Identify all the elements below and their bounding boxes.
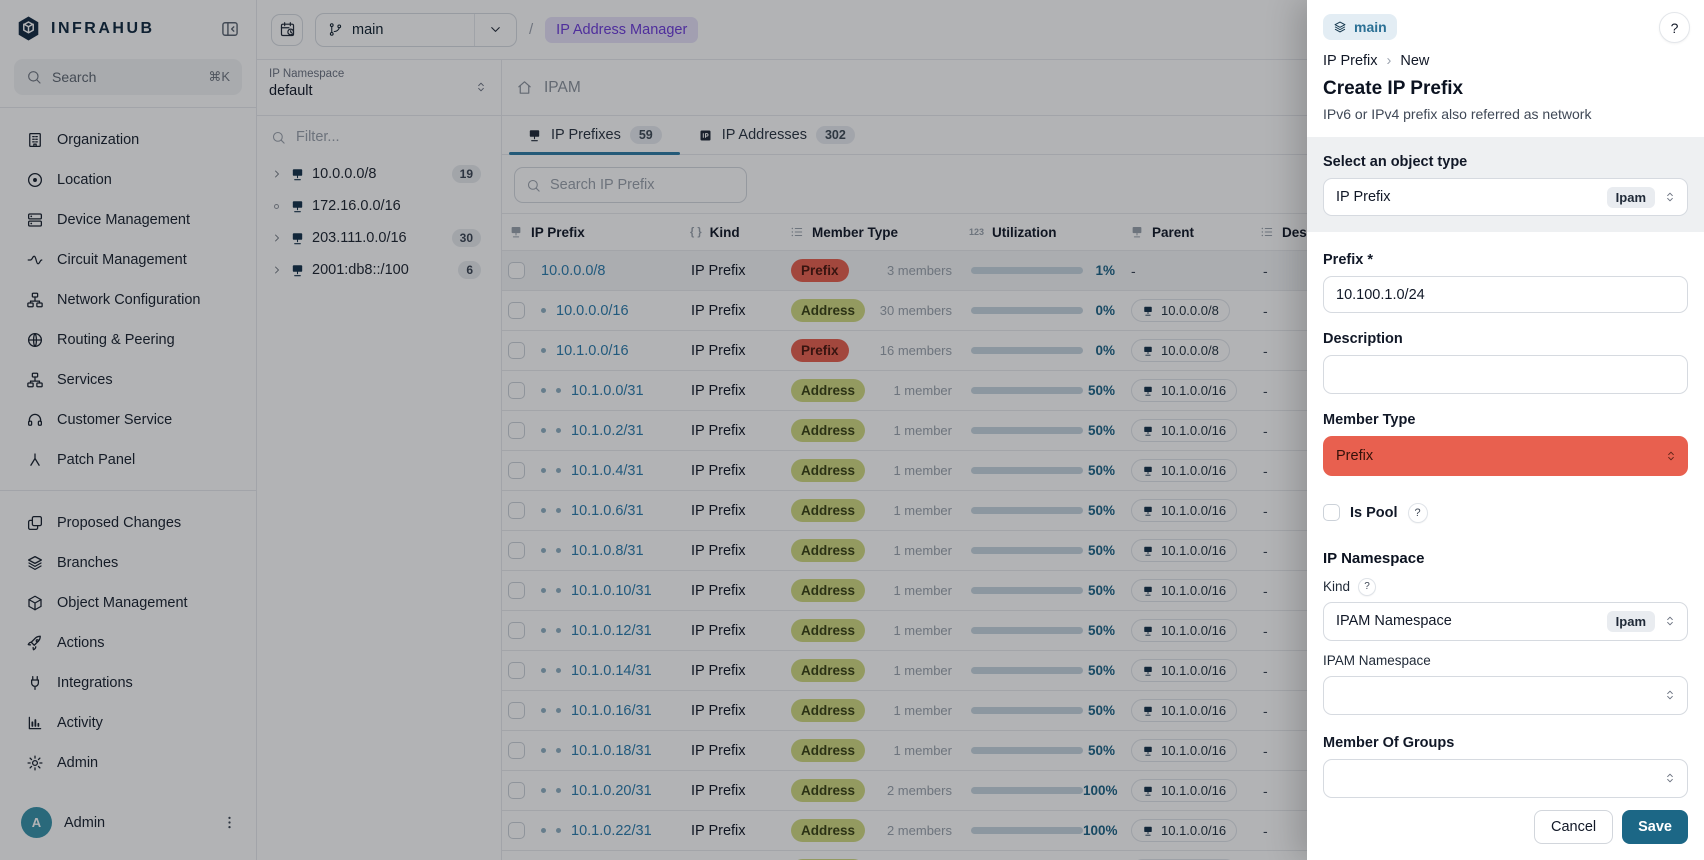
drawer-breadcrumb: IP Prefix › New — [1323, 53, 1688, 69]
object-type-label: Select an object type — [1323, 154, 1688, 170]
drawer-header: main ? IP Prefix › New Create IP Prefix … — [1307, 0, 1704, 137]
kind-badge: Ipam — [1607, 611, 1655, 632]
ipam-namespace-label: IPAM Namespace — [1323, 653, 1688, 668]
prefix-field-input[interactable]: 10.100.1.0/24 — [1323, 276, 1688, 313]
is-pool-label: Is Pool — [1350, 505, 1398, 521]
object-type-select[interactable]: IP Prefix Ipam — [1323, 178, 1688, 216]
save-button[interactable]: Save — [1622, 810, 1688, 844]
object-type-section: Select an object type IP Prefix Ipam — [1307, 137, 1704, 232]
object-type-kind-badge: Ipam — [1607, 187, 1655, 208]
description-field-label: Description — [1323, 331, 1688, 347]
drawer-title: Create IP Prefix — [1323, 78, 1688, 100]
kind-value: IPAM Namespace — [1336, 613, 1599, 629]
kind-label: Kind — [1323, 579, 1350, 594]
object-type-value: IP Prefix — [1336, 189, 1599, 205]
kind-row: Kind ? — [1323, 578, 1688, 596]
breadcrumb-new: New — [1400, 53, 1429, 69]
chevrons-up-down-icon — [1664, 449, 1678, 463]
create-ip-prefix-drawer: main ? IP Prefix › New Create IP Prefix … — [1307, 0, 1704, 860]
is-pool-row: Is Pool ? — [1323, 503, 1688, 523]
drawer-actions: Cancel Save — [1323, 798, 1688, 844]
ipam-namespace-select[interactable] — [1323, 676, 1688, 715]
prefix-field-label: Prefix * — [1323, 252, 1688, 268]
chevrons-up-down-icon — [1663, 614, 1677, 628]
help-button[interactable]: ? — [1659, 12, 1690, 43]
is-pool-checkbox[interactable] — [1323, 504, 1340, 521]
is-pool-help-icon[interactable]: ? — [1408, 503, 1428, 523]
kind-select[interactable]: IPAM Namespace Ipam — [1323, 602, 1688, 641]
kind-help-icon[interactable]: ? — [1358, 578, 1376, 596]
layers-icon — [1333, 20, 1347, 34]
chevrons-up-down-icon — [1663, 771, 1677, 785]
member-of-groups-select[interactable] — [1323, 759, 1688, 798]
drawer-form: Prefix * 10.100.1.0/24 Description Membe… — [1307, 232, 1704, 860]
chevrons-up-down-icon — [1663, 190, 1677, 204]
breadcrumb-separator: › — [1387, 53, 1392, 69]
branch-badge-label: main — [1354, 19, 1387, 35]
member-of-groups-label: Member Of Groups — [1323, 735, 1688, 751]
app-root: INFRAHUB Search ⌘K OrganizationLocationD… — [0, 0, 1704, 860]
member-type-select[interactable]: Prefix — [1323, 436, 1688, 475]
description-field-input[interactable] — [1323, 355, 1688, 394]
branch-badge[interactable]: main — [1323, 14, 1397, 40]
chevrons-up-down-icon — [1663, 688, 1677, 702]
breadcrumb-ip-prefix[interactable]: IP Prefix — [1323, 53, 1378, 69]
cancel-button[interactable]: Cancel — [1534, 810, 1613, 844]
drawer-subtitle: IPv6 or IPv4 prefix also referred as net… — [1323, 106, 1688, 137]
member-type-label: Member Type — [1323, 412, 1688, 428]
member-type-value: Prefix — [1336, 448, 1664, 464]
ip-namespace-section-title: IP Namespace — [1323, 550, 1688, 567]
